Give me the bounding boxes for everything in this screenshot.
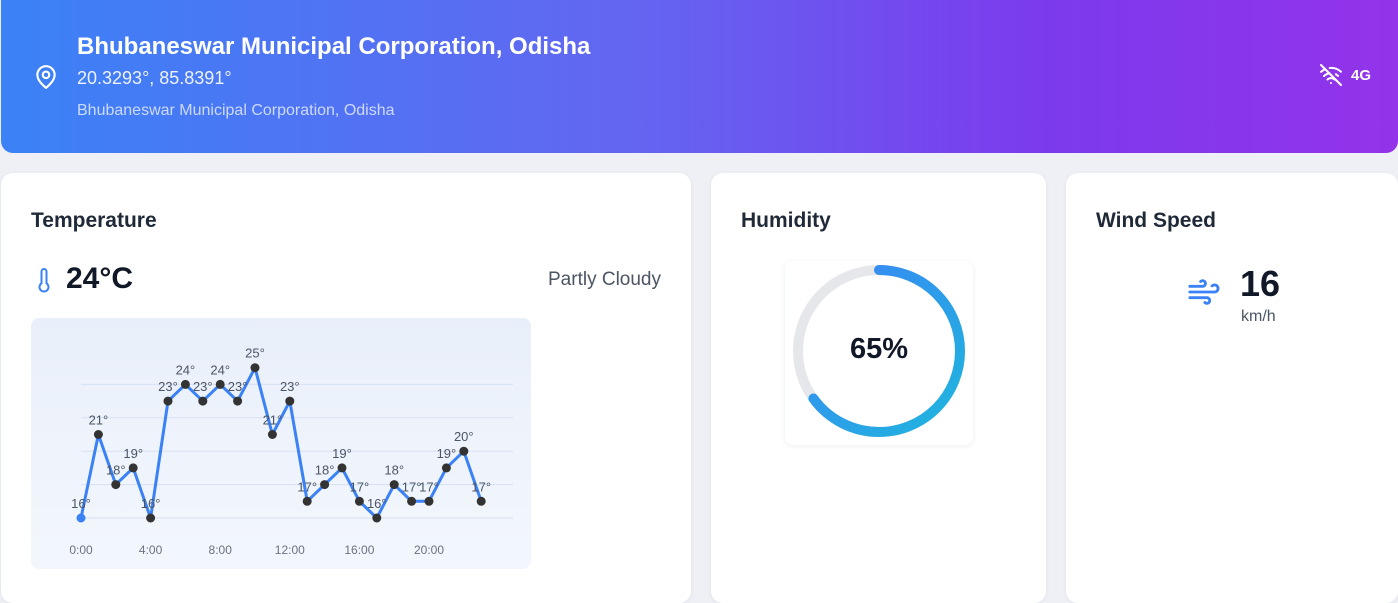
data-point — [459, 446, 469, 456]
data-label: 19° — [123, 446, 143, 461]
network-status: 4G — [1319, 63, 1371, 87]
temperature-card: Temperature 24°C Partly Cloudy 0:00 4:00 8… — [1, 173, 691, 603]
location-subtitle: Bhubaneswar Municipal Corporation, Odish… — [77, 102, 395, 119]
data-label: 23° — [228, 379, 248, 394]
data-point — [163, 396, 173, 406]
data-point — [215, 379, 225, 389]
data-label: 18° — [384, 463, 404, 478]
data-label: 18° — [315, 463, 335, 478]
data-point — [389, 480, 399, 490]
data-label: 17° — [419, 479, 439, 494]
data-point — [93, 430, 103, 439]
data-point — [285, 396, 295, 406]
data-label: 19° — [437, 446, 457, 461]
data-label: 16° — [71, 496, 91, 511]
data-label: 16° — [141, 496, 161, 511]
data-point — [146, 513, 156, 523]
network-label: 4G — [1350, 66, 1371, 84]
data-point — [198, 396, 208, 406]
weather-condition: Partly Cloudy — [548, 269, 661, 290]
x-tick-label: 20:00 — [414, 543, 444, 557]
wind-readout: 16 km/h — [1184, 263, 1304, 333]
thermometer-icon — [38, 267, 50, 293]
data-label: 23° — [193, 379, 213, 394]
data-point — [250, 363, 260, 373]
x-tick-label: 0:00 — [69, 543, 93, 557]
humidity-card: Humidity 65% — [711, 173, 1046, 603]
data-label: 17° — [471, 479, 491, 494]
data-label: 21° — [89, 413, 109, 428]
map-pin-icon — [36, 65, 56, 89]
data-point — [128, 463, 138, 473]
wifi-off-icon — [1319, 64, 1342, 86]
data-point — [320, 480, 330, 490]
temperature-heading: Temperature — [31, 209, 157, 232]
temperature-line-chart: 0:00 4:00 8:00 12:00 16:00 20:00 16° 21° 18° 19° 1… — [69, 346, 513, 557]
x-tick-label: 16:00 — [344, 543, 374, 557]
data-label: 20° — [454, 429, 474, 444]
data-point — [424, 496, 434, 506]
data-label: 17° — [350, 479, 370, 494]
data-point — [76, 513, 86, 523]
data-point — [111, 480, 121, 490]
location-header: Bhubaneswar Municipal Corporation, Odish… — [1, 0, 1398, 153]
location-title: Bhubaneswar Municipal Corporation, Odish… — [77, 33, 591, 60]
data-point — [354, 496, 364, 506]
x-tick-label: 4:00 — [139, 543, 163, 557]
temperature-chart: 0:00 4:00 8:00 12:00 16:00 20:00 16° 21° 18° 19° 1… — [31, 318, 531, 569]
data-label: 23° — [280, 379, 300, 394]
data-label: 23° — [158, 379, 178, 394]
humidity-heading: Humidity — [741, 209, 831, 232]
wind-heading: Wind Speed — [1096, 209, 1216, 232]
x-tick-label: 12:00 — [275, 543, 305, 557]
data-label: 16° — [367, 496, 387, 511]
current-temperature: 24°C — [66, 262, 134, 295]
wind-icon — [1188, 279, 1220, 305]
data-point — [302, 496, 312, 506]
data-label: 17° — [297, 479, 317, 494]
data-label: 19° — [332, 446, 352, 461]
data-point — [180, 379, 190, 389]
data-label: 24° — [176, 362, 196, 377]
data-point — [407, 496, 417, 506]
humidity-gauge: 65% — [785, 261, 973, 445]
wind-speed-unit: km/h — [1241, 308, 1276, 325]
location-coordinates: 20.3293°, 85.8391° — [77, 68, 232, 88]
data-point — [267, 430, 277, 439]
data-point — [337, 463, 347, 473]
wind-speed-value: 16 — [1240, 263, 1281, 304]
data-label: 18° — [106, 463, 126, 478]
data-point — [372, 513, 382, 523]
data-point — [233, 396, 243, 406]
data-point — [476, 496, 486, 506]
x-tick-label: 8:00 — [209, 543, 233, 557]
wind-card: Wind Speed 16 km/h — [1066, 173, 1398, 603]
data-label: 24° — [210, 362, 230, 377]
data-label: 21° — [263, 413, 283, 428]
data-label: 25° — [245, 346, 265, 361]
data-point — [441, 463, 451, 473]
humidity-value: 65% — [849, 333, 909, 365]
